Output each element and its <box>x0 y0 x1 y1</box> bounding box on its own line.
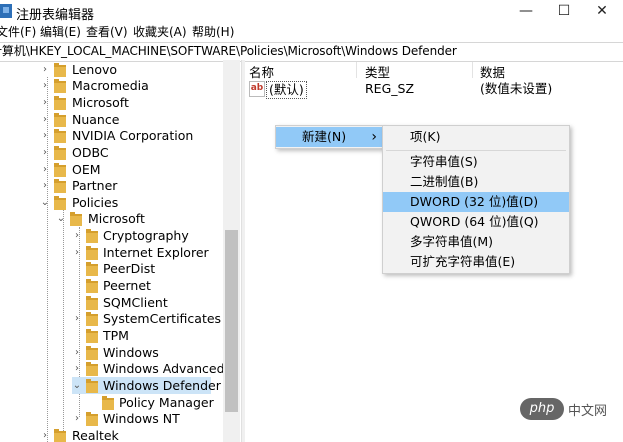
chevron-right-icon[interactable]: › <box>72 360 82 377</box>
submenu-item-multi-string-value[interactable]: 多字符串值(M) <box>383 232 569 252</box>
value-name[interactable]: (默认) <box>266 81 307 99</box>
submenu-item-binary-value[interactable]: 二进制值(B) <box>383 172 569 192</box>
folder-icon <box>102 396 114 410</box>
window-title: 注册表编辑器 <box>16 8 95 23</box>
column-header-type[interactable]: 类型 <box>365 62 390 81</box>
folder-icon <box>86 229 98 243</box>
key-tree[interactable]: › Lenovo › Macromedia › Microsoft › Nuan… <box>0 60 241 442</box>
menu-favorites[interactable]: 收藏夹(A) <box>133 24 187 42</box>
menu-bar: 文件(F) 编辑(E) 查看(V) 收藏夹(A) 帮助(H) <box>0 24 623 42</box>
title-bar: 注册表编辑器 — ☐ ✕ <box>0 0 623 24</box>
folder-open-icon <box>86 379 98 393</box>
chevron-right-icon[interactable]: › <box>72 310 82 327</box>
menu-item-new-label: 新建(N) <box>302 129 347 144</box>
column-header-name[interactable]: 名称 <box>249 62 274 81</box>
menu-file[interactable]: 文件(F) <box>0 24 36 42</box>
maximize-button[interactable]: ☐ <box>545 0 583 24</box>
folder-icon <box>86 362 98 376</box>
chevron-right-icon[interactable]: › <box>40 94 50 111</box>
folder-icon <box>86 346 98 360</box>
folder-icon <box>86 329 98 343</box>
menu-help[interactable]: 帮助(H) <box>192 24 234 42</box>
close-button[interactable]: ✕ <box>583 0 621 24</box>
address-path[interactable]: 计算机\HKEY_LOCAL_MACHINE\SOFTWARE\Policies… <box>0 43 457 60</box>
value-data: (数值未设置) <box>480 81 553 96</box>
folder-icon <box>54 129 66 143</box>
chevron-right-icon[interactable]: › <box>40 77 50 94</box>
folder-icon <box>86 246 98 260</box>
submenu-item-qword-value[interactable]: QWORD (64 位)值(Q) <box>383 212 569 232</box>
folder-icon <box>54 63 66 77</box>
chevron-right-icon[interactable]: › <box>72 227 82 244</box>
submenu-item-expandable-string-value[interactable]: 可扩充字符串值(E) <box>383 252 569 272</box>
chevron-right-icon[interactable]: › <box>40 161 50 178</box>
menu-item-new[interactable]: 新建(N) › <box>276 127 383 147</box>
folder-icon <box>86 312 98 326</box>
chevron-down-icon[interactable]: ⌄ <box>72 377 82 394</box>
folder-icon <box>54 179 66 193</box>
chevron-right-icon[interactable]: › <box>40 427 50 442</box>
chevron-down-icon[interactable]: ⌄ <box>56 210 66 227</box>
registry-editor-icon <box>0 4 12 18</box>
folder-icon <box>54 146 66 160</box>
address-bar[interactable]: 计算机\HKEY_LOCAL_MACHINE\SOFTWARE\Policies… <box>0 42 623 62</box>
menu-edit[interactable]: 编辑(E) <box>40 24 81 42</box>
tree-scrollbar[interactable] <box>223 60 240 442</box>
minimize-button[interactable]: — <box>507 0 545 24</box>
folder-icon <box>54 96 66 110</box>
watermark-logo: php <box>520 398 564 420</box>
new-submenu: 项(K) 字符串值(S) 二进制值(B) DWORD (32 位)值(D) QW… <box>382 125 570 274</box>
string-value-icon: ab <box>249 81 265 97</box>
chevron-right-icon[interactable]: › <box>72 344 82 361</box>
chevron-right-icon[interactable]: › <box>40 127 50 144</box>
context-menu: 新建(N) › <box>275 125 384 149</box>
folder-icon <box>86 279 98 293</box>
chevron-right-icon[interactable]: › <box>40 111 50 128</box>
folder-icon <box>86 412 98 426</box>
chevron-right-icon[interactable]: › <box>40 61 50 78</box>
watermark: php 中文网 <box>520 398 620 422</box>
menu-view[interactable]: 查看(V) <box>86 24 128 42</box>
submenu-item-string-value[interactable]: 字符串值(S) <box>383 152 569 172</box>
folder-icon <box>86 296 98 310</box>
submenu-item-dword-value[interactable]: DWORD (32 位)值(D) <box>383 192 569 212</box>
tree-node-windows-defender[interactable]: ⌄ Windows Defender <box>72 377 221 394</box>
chevron-down-icon[interactable]: ⌄ <box>40 194 50 211</box>
folder-icon <box>54 113 66 127</box>
folder-icon <box>86 262 98 276</box>
chevron-right-icon[interactable]: › <box>72 410 82 427</box>
tree-scrollbar-thumb[interactable] <box>225 230 238 412</box>
folder-icon <box>54 79 66 93</box>
chevron-right-icon[interactable]: › <box>40 177 50 194</box>
submenu-separator <box>386 150 566 151</box>
folder-icon <box>54 429 66 442</box>
chevron-right-icon: › <box>371 129 377 145</box>
column-header-data[interactable]: 数据 <box>480 62 505 81</box>
folder-open-icon <box>54 196 66 210</box>
folder-open-icon <box>70 212 82 226</box>
chevron-right-icon[interactable]: › <box>40 144 50 161</box>
value-type: REG_SZ <box>365 81 415 96</box>
submenu-item-key[interactable]: 项(K) <box>383 127 569 147</box>
chevron-right-icon[interactable]: › <box>72 244 82 261</box>
watermark-text: 中文网 <box>568 404 608 419</box>
folder-icon <box>54 163 66 177</box>
